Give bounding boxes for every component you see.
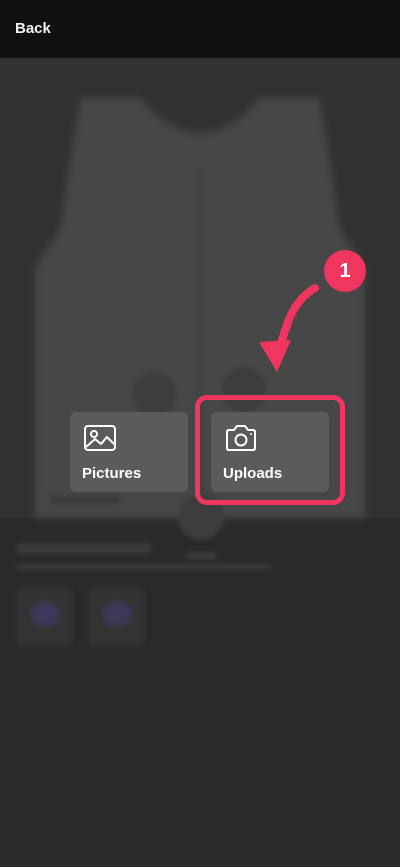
top-bar: Back xyxy=(0,0,400,58)
blurred-text xyxy=(16,564,271,570)
blurred-text xyxy=(186,552,218,560)
step-number-badge: 1 xyxy=(324,250,366,292)
image-icon xyxy=(84,425,116,451)
uploads-option[interactable]: Uploads xyxy=(211,412,329,492)
pictures-option[interactable]: Pictures xyxy=(70,412,188,492)
blurred-button xyxy=(178,494,224,540)
blurred-button xyxy=(132,372,176,416)
blurred-text xyxy=(50,496,120,504)
dimmed-background xyxy=(0,58,400,867)
blurred-thumbnail xyxy=(16,588,74,646)
camera-icon xyxy=(226,425,256,451)
blurred-text xyxy=(16,543,151,554)
back-button[interactable]: Back xyxy=(15,20,51,37)
uploads-label: Uploads xyxy=(223,465,283,482)
pointer-arrow-icon xyxy=(259,284,319,372)
blurred-thumbnail xyxy=(88,588,146,646)
pictures-label: Pictures xyxy=(82,465,142,482)
